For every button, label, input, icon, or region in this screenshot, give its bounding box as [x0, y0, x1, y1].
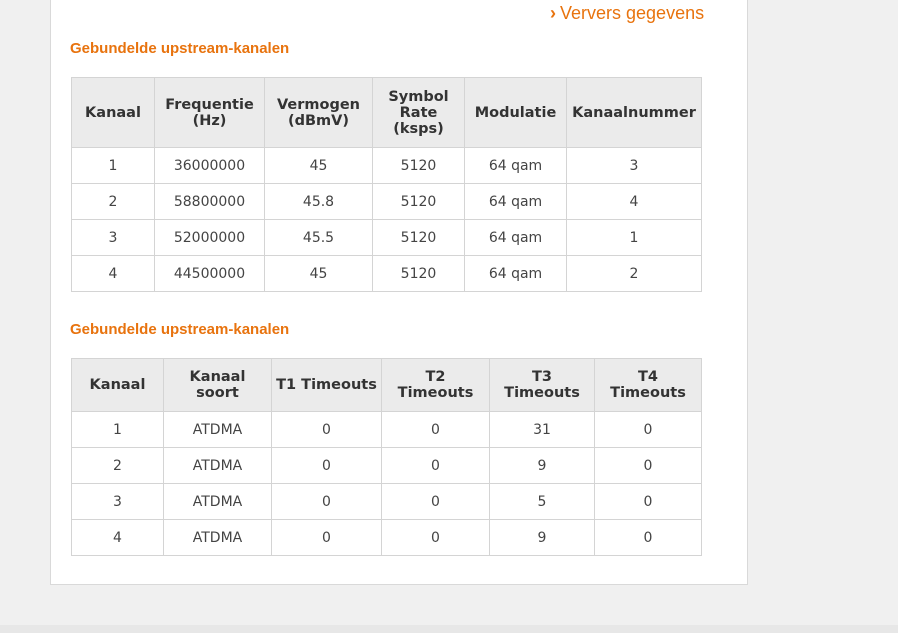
- column-header-t4-timeouts: T4 Timeouts: [594, 358, 702, 412]
- section-title-upstream-channels: Gebundelde upstream-kanalen: [70, 40, 290, 57]
- table-cell: 0: [594, 411, 702, 448]
- table-cell: 1: [71, 147, 155, 184]
- table-header-row: Kanaal Frequentie (Hz) Vermogen (dBmV) S…: [71, 77, 702, 148]
- table-row: 2 58800000 45.8 5120 64 qam 4: [71, 183, 702, 220]
- table-cell: 5120: [372, 255, 465, 292]
- column-header-channel-type: Kanaal soort: [163, 358, 272, 412]
- column-header-channel-number: Kanaalnummer: [566, 77, 702, 148]
- table-cell: 3: [566, 147, 702, 184]
- table-cell: ATDMA: [163, 447, 272, 484]
- table-cell: 4: [71, 519, 164, 556]
- table-cell: 0: [381, 411, 490, 448]
- table-cell: 0: [271, 447, 382, 484]
- table-cell: 0: [381, 519, 490, 556]
- table-cell: 5: [489, 483, 595, 520]
- table-cell: 2: [566, 255, 702, 292]
- table-cell: 3: [71, 483, 164, 520]
- column-header-t3-timeouts: T3 Timeouts: [489, 358, 595, 412]
- table-cell: 9: [489, 447, 595, 484]
- table-cell: 0: [271, 519, 382, 556]
- table-cell: 45: [264, 255, 373, 292]
- table-cell: 52000000: [154, 219, 265, 256]
- table-cell: 2: [71, 447, 164, 484]
- table-cell: 36000000: [154, 147, 265, 184]
- refresh-data-label: Ververs gegevens: [560, 3, 705, 23]
- table-cell: 45.5: [264, 219, 373, 256]
- column-header-frequency: Frequentie (Hz): [154, 77, 265, 148]
- table-cell: ATDMA: [163, 411, 272, 448]
- table-cell: 64 qam: [464, 219, 567, 256]
- table-cell: 64 qam: [464, 183, 567, 220]
- table-cell: 58800000: [154, 183, 265, 220]
- table-row: 1 36000000 45 5120 64 qam 3: [71, 147, 702, 184]
- table-cell: 0: [271, 411, 382, 448]
- table-row: 2 ATDMA 0 0 9 0: [71, 447, 702, 484]
- table-cell: 64 qam: [464, 255, 567, 292]
- table-cell: 5120: [372, 219, 465, 256]
- upstream-channels-table: Kanaal Frequentie (Hz) Vermogen (dBmV) S…: [71, 77, 702, 292]
- table-cell: 64 qam: [464, 147, 567, 184]
- column-header-t1-timeouts: T1 Timeouts: [271, 358, 382, 412]
- upstream-timeouts-table: Kanaal Kanaal soort T1 Timeouts T2 Timeo…: [71, 358, 702, 556]
- table-cell: 5120: [372, 183, 465, 220]
- table-cell: 3: [71, 219, 155, 256]
- table-cell: 31: [489, 411, 595, 448]
- table-cell: 45.8: [264, 183, 373, 220]
- column-header-channel: Kanaal: [71, 358, 164, 412]
- page-bottom-strip: [0, 625, 898, 633]
- table-cell: 0: [594, 483, 702, 520]
- chevron-right-icon: ›: [550, 3, 556, 23]
- column-header-modulation: Modulatie: [464, 77, 567, 148]
- table-cell: 1: [566, 219, 702, 256]
- table-cell: 0: [594, 519, 702, 556]
- table-cell: 1: [71, 411, 164, 448]
- table-cell: 0: [594, 447, 702, 484]
- column-header-channel: Kanaal: [71, 77, 155, 148]
- table-cell: 44500000: [154, 255, 265, 292]
- table-cell: 0: [381, 447, 490, 484]
- table-row: 3 52000000 45.5 5120 64 qam 1: [71, 219, 702, 256]
- table-header-row: Kanaal Kanaal soort T1 Timeouts T2 Timeo…: [71, 358, 702, 412]
- table-cell: ATDMA: [163, 519, 272, 556]
- table-row: 4 44500000 45 5120 64 qam 2: [71, 255, 702, 292]
- table-cell: 45: [264, 147, 373, 184]
- table-cell: 4: [566, 183, 702, 220]
- table-cell: 4: [71, 255, 155, 292]
- column-header-power: Vermogen (dBmV): [264, 77, 373, 148]
- table-cell: 2: [71, 183, 155, 220]
- table-cell: 0: [271, 483, 382, 520]
- table-row: 3 ATDMA 0 0 5 0: [71, 483, 702, 520]
- table-row: 1 ATDMA 0 0 31 0: [71, 411, 702, 448]
- table-cell: ATDMA: [163, 483, 272, 520]
- refresh-data-link[interactable]: › Ververs gegevens: [550, 3, 704, 24]
- column-header-t2-timeouts: T2 Timeouts: [381, 358, 490, 412]
- table-cell: 0: [381, 483, 490, 520]
- column-header-symbol-rate: Symbol Rate (ksps): [372, 77, 465, 148]
- table-row: 4 ATDMA 0 0 9 0: [71, 519, 702, 556]
- table-cell: 5120: [372, 147, 465, 184]
- table-cell: 9: [489, 519, 595, 556]
- section-title-upstream-timeouts: Gebundelde upstream-kanalen: [70, 321, 290, 338]
